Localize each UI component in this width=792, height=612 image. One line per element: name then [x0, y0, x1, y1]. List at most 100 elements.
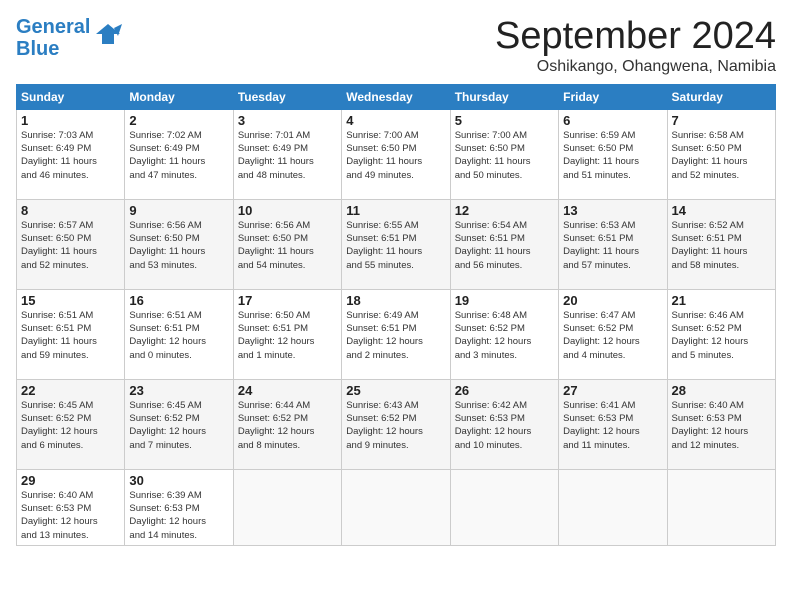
day-info: Sunrise: 6:50 AM Sunset: 6:51 PM Dayligh…: [238, 309, 337, 362]
day-info: Sunrise: 6:51 AM Sunset: 6:51 PM Dayligh…: [21, 309, 120, 362]
day-number: 14: [672, 203, 771, 218]
calendar-cell: 3Sunrise: 7:01 AM Sunset: 6:49 PM Daylig…: [233, 109, 341, 199]
day-number: 20: [563, 293, 662, 308]
day-info: Sunrise: 6:43 AM Sunset: 6:52 PM Dayligh…: [346, 399, 445, 452]
calendar-cell: 13Sunrise: 6:53 AM Sunset: 6:51 PM Dayli…: [559, 199, 667, 289]
day-info: Sunrise: 6:54 AM Sunset: 6:51 PM Dayligh…: [455, 219, 554, 272]
logo-general: General: [16, 16, 90, 38]
calendar-cell: 23Sunrise: 6:45 AM Sunset: 6:52 PM Dayli…: [125, 379, 233, 469]
day-number: 11: [346, 203, 445, 218]
day-number: 3: [238, 113, 337, 128]
calendar-cell: 18Sunrise: 6:49 AM Sunset: 6:51 PM Dayli…: [342, 289, 450, 379]
day-info: Sunrise: 6:47 AM Sunset: 6:52 PM Dayligh…: [563, 309, 662, 362]
day-info: Sunrise: 6:46 AM Sunset: 6:52 PM Dayligh…: [672, 309, 771, 362]
weekday-header: Friday: [559, 84, 667, 109]
day-number: 18: [346, 293, 445, 308]
calendar-cell: 15Sunrise: 6:51 AM Sunset: 6:51 PM Dayli…: [17, 289, 125, 379]
day-info: Sunrise: 7:02 AM Sunset: 6:49 PM Dayligh…: [129, 129, 228, 182]
day-info: Sunrise: 6:56 AM Sunset: 6:50 PM Dayligh…: [129, 219, 228, 272]
calendar-cell: 2Sunrise: 7:02 AM Sunset: 6:49 PM Daylig…: [125, 109, 233, 199]
weekday-header: Wednesday: [342, 84, 450, 109]
month-title: September 2024: [495, 16, 776, 58]
day-info: Sunrise: 6:58 AM Sunset: 6:50 PM Dayligh…: [672, 129, 771, 182]
day-number: 10: [238, 203, 337, 218]
calendar-week-row: 1Sunrise: 7:03 AM Sunset: 6:49 PM Daylig…: [17, 109, 776, 199]
day-number: 29: [21, 473, 120, 488]
weekday-header: Sunday: [17, 84, 125, 109]
day-info: Sunrise: 6:42 AM Sunset: 6:53 PM Dayligh…: [455, 399, 554, 452]
weekday-header: Monday: [125, 84, 233, 109]
day-number: 16: [129, 293, 228, 308]
calendar-cell: 27Sunrise: 6:41 AM Sunset: 6:53 PM Dayli…: [559, 379, 667, 469]
day-info: Sunrise: 7:01 AM Sunset: 6:49 PM Dayligh…: [238, 129, 337, 182]
calendar-cell: 7Sunrise: 6:58 AM Sunset: 6:50 PM Daylig…: [667, 109, 775, 199]
calendar-cell: 6Sunrise: 6:59 AM Sunset: 6:50 PM Daylig…: [559, 109, 667, 199]
calendar-cell: [667, 469, 775, 545]
day-info: Sunrise: 7:00 AM Sunset: 6:50 PM Dayligh…: [346, 129, 445, 182]
weekday-header: Tuesday: [233, 84, 341, 109]
day-info: Sunrise: 6:45 AM Sunset: 6:52 PM Dayligh…: [129, 399, 228, 452]
title-block: September 2024 Oshikango, Ohangwena, Nam…: [495, 16, 776, 76]
day-number: 2: [129, 113, 228, 128]
calendar-cell: 11Sunrise: 6:55 AM Sunset: 6:51 PM Dayli…: [342, 199, 450, 289]
calendar-cell: 5Sunrise: 7:00 AM Sunset: 6:50 PM Daylig…: [450, 109, 558, 199]
day-number: 4: [346, 113, 445, 128]
calendar-cell: 21Sunrise: 6:46 AM Sunset: 6:52 PM Dayli…: [667, 289, 775, 379]
logo-text: General Blue: [16, 16, 90, 60]
day-number: 23: [129, 383, 228, 398]
calendar-cell: 12Sunrise: 6:54 AM Sunset: 6:51 PM Dayli…: [450, 199, 558, 289]
day-info: Sunrise: 6:57 AM Sunset: 6:50 PM Dayligh…: [21, 219, 120, 272]
calendar-cell: 10Sunrise: 6:56 AM Sunset: 6:50 PM Dayli…: [233, 199, 341, 289]
day-info: Sunrise: 6:52 AM Sunset: 6:51 PM Dayligh…: [672, 219, 771, 272]
day-number: 9: [129, 203, 228, 218]
weekday-header: Thursday: [450, 84, 558, 109]
calendar-cell: 17Sunrise: 6:50 AM Sunset: 6:51 PM Dayli…: [233, 289, 341, 379]
calendar-cell: 22Sunrise: 6:45 AM Sunset: 6:52 PM Dayli…: [17, 379, 125, 469]
calendar-week-row: 8Sunrise: 6:57 AM Sunset: 6:50 PM Daylig…: [17, 199, 776, 289]
day-number: 17: [238, 293, 337, 308]
day-number: 21: [672, 293, 771, 308]
day-number: 25: [346, 383, 445, 398]
day-info: Sunrise: 6:40 AM Sunset: 6:53 PM Dayligh…: [672, 399, 771, 452]
page-header: General Blue September 2024 Oshikango, O…: [16, 16, 776, 76]
day-info: Sunrise: 6:40 AM Sunset: 6:53 PM Dayligh…: [21, 489, 120, 542]
day-info: Sunrise: 6:51 AM Sunset: 6:51 PM Dayligh…: [129, 309, 228, 362]
calendar-cell: 9Sunrise: 6:56 AM Sunset: 6:50 PM Daylig…: [125, 199, 233, 289]
calendar-cell: 28Sunrise: 6:40 AM Sunset: 6:53 PM Dayli…: [667, 379, 775, 469]
day-info: Sunrise: 6:56 AM Sunset: 6:50 PM Dayligh…: [238, 219, 337, 272]
day-number: 24: [238, 383, 337, 398]
day-info: Sunrise: 6:45 AM Sunset: 6:52 PM Dayligh…: [21, 399, 120, 452]
logo: General Blue: [16, 16, 122, 60]
day-number: 8: [21, 203, 120, 218]
calendar-cell: [342, 469, 450, 545]
calendar-cell: 29Sunrise: 6:40 AM Sunset: 6:53 PM Dayli…: [17, 469, 125, 545]
calendar-cell: 25Sunrise: 6:43 AM Sunset: 6:52 PM Dayli…: [342, 379, 450, 469]
day-number: 12: [455, 203, 554, 218]
calendar-cell: [450, 469, 558, 545]
calendar-week-row: 29Sunrise: 6:40 AM Sunset: 6:53 PM Dayli…: [17, 469, 776, 545]
calendar-header-row: SundayMondayTuesdayWednesdayThursdayFrid…: [17, 84, 776, 109]
calendar-week-row: 22Sunrise: 6:45 AM Sunset: 6:52 PM Dayli…: [17, 379, 776, 469]
day-number: 6: [563, 113, 662, 128]
day-info: Sunrise: 6:44 AM Sunset: 6:52 PM Dayligh…: [238, 399, 337, 452]
calendar-cell: [233, 469, 341, 545]
logo-blue: Blue: [16, 38, 59, 60]
calendar-cell: 24Sunrise: 6:44 AM Sunset: 6:52 PM Dayli…: [233, 379, 341, 469]
day-number: 13: [563, 203, 662, 218]
day-info: Sunrise: 7:03 AM Sunset: 6:49 PM Dayligh…: [21, 129, 120, 182]
day-number: 1: [21, 113, 120, 128]
day-number: 30: [129, 473, 228, 488]
day-info: Sunrise: 6:55 AM Sunset: 6:51 PM Dayligh…: [346, 219, 445, 272]
day-number: 26: [455, 383, 554, 398]
day-number: 22: [21, 383, 120, 398]
day-info: Sunrise: 6:41 AM Sunset: 6:53 PM Dayligh…: [563, 399, 662, 452]
location-subtitle: Oshikango, Ohangwena, Namibia: [495, 58, 776, 76]
calendar-week-row: 15Sunrise: 6:51 AM Sunset: 6:51 PM Dayli…: [17, 289, 776, 379]
calendar-cell: 30Sunrise: 6:39 AM Sunset: 6:53 PM Dayli…: [125, 469, 233, 545]
day-number: 27: [563, 383, 662, 398]
calendar-cell: 8Sunrise: 6:57 AM Sunset: 6:50 PM Daylig…: [17, 199, 125, 289]
calendar-cell: 4Sunrise: 7:00 AM Sunset: 6:50 PM Daylig…: [342, 109, 450, 199]
calendar-cell: 14Sunrise: 6:52 AM Sunset: 6:51 PM Dayli…: [667, 199, 775, 289]
calendar-table: SundayMondayTuesdayWednesdayThursdayFrid…: [16, 84, 776, 546]
day-number: 15: [21, 293, 120, 308]
